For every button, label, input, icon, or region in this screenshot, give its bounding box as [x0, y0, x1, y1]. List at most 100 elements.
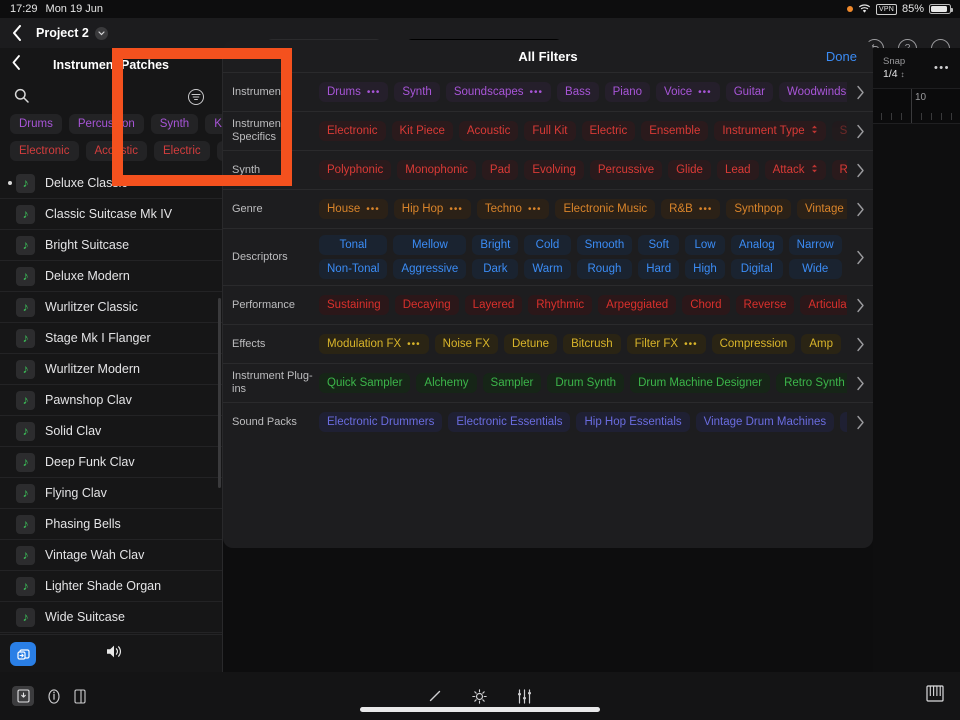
filter-chip[interactable]: Narrow [789, 235, 842, 255]
chevron-right-icon[interactable] [847, 250, 873, 265]
filter-chip[interactable]: Polyphonic [319, 160, 391, 180]
filter-chip[interactable]: Chord [682, 295, 729, 315]
filter-chip[interactable]: Cold [524, 235, 570, 255]
filter-chip[interactable]: Acoustic [459, 121, 518, 141]
filter-chip[interactable]: Piano [605, 82, 650, 102]
browser-back-button[interactable] [12, 55, 21, 75]
filter-chip[interactable]: High [685, 259, 725, 279]
filter-chip[interactable]: Reverse [736, 295, 795, 315]
filter-chip[interactable]: Monophonic [397, 160, 476, 180]
filter-chip[interactable]: Attack [765, 160, 826, 180]
filter-chip[interactable]: Tonal [319, 235, 387, 255]
timeline-ruler[interactable]: 10 [873, 88, 960, 124]
filter-chip-stepper-icon[interactable] [811, 164, 818, 176]
chevron-right-icon[interactable] [847, 376, 873, 391]
brightness-icon[interactable] [472, 689, 487, 704]
browser-chip-electronic[interactable]: Electronic [10, 141, 79, 161]
filter-chip-more-icon[interactable]: ••• [530, 87, 544, 98]
filter-chip[interactable]: Drum Machine Designer [630, 373, 770, 393]
filter-chip[interactable]: Analog [731, 235, 783, 255]
filter-chip[interactable]: Aggressive [393, 259, 466, 279]
patch-list-item[interactable]: ♪Wide Suitcase [0, 602, 222, 633]
patch-list-item[interactable]: ♪Classic Suitcase Mk IV [0, 199, 222, 230]
filter-chip[interactable]: Decaying [395, 295, 459, 315]
filter-chip-more-icon[interactable]: ••• [698, 87, 712, 98]
filter-chip[interactable]: Rough [577, 259, 633, 279]
filter-chip-track[interactable]: Modulation FX•••Noise FXDetuneBitcrushFi… [319, 328, 847, 360]
filter-chip[interactable]: Detune [504, 334, 557, 354]
browser-chip-drums[interactable]: Drums [10, 114, 62, 134]
filter-chip-track[interactable]: Drums•••SynthSoundscapes•••BassPianoVoic… [319, 76, 847, 108]
patch-list-item[interactable]: ♪Pawnshop Clav [0, 385, 222, 416]
browser-chip-acoustic[interactable]: Acoustic [86, 141, 147, 161]
filter-chip-track[interactable]: SustainingDecayingLayeredRhythmicArpeggi… [319, 289, 847, 321]
filter-chip[interactable]: Amp [801, 334, 841, 354]
filter-chip[interactable]: Soft [638, 235, 679, 255]
filter-chip[interactable]: Mellow [393, 235, 466, 255]
filter-chip[interactable]: Release [832, 160, 847, 180]
filter-chip[interactable]: Percussive [590, 160, 662, 180]
filter-chip[interactable]: Guitar [726, 82, 773, 102]
patch-list-item[interactable]: ♪Wurlitzer Modern [0, 354, 222, 385]
patch-list-item[interactable]: ♪Solid Clav [0, 416, 222, 447]
patch-list-item[interactable]: ♪Flying Clav [0, 478, 222, 509]
filter-chip[interactable]: Hip Hop••• [394, 199, 471, 219]
filter-chip[interactable]: Woodwinds••• [779, 82, 847, 102]
filter-chip[interactable]: Electronic Essentials [448, 412, 570, 432]
snap-stepper-icon[interactable]: ↕ [901, 70, 905, 79]
filter-chip[interactable]: Hard [638, 259, 679, 279]
browser-chip-keyboard[interactable]: Keyboard [205, 114, 223, 134]
back-button[interactable] [12, 25, 22, 41]
filter-chip[interactable]: Hip Hop Essentials [576, 412, 689, 432]
browser-chip-electric[interactable]: Electric [154, 141, 210, 161]
filter-chip-track[interactable]: TonalNon-TonalMellowAggressiveBrightDark… [319, 229, 847, 285]
project-menu-chevron-down-icon[interactable] [95, 27, 108, 40]
filter-chip[interactable]: Kit Piece [392, 121, 453, 141]
keyboard-icon[interactable] [926, 685, 944, 707]
filter-chip[interactable]: Electronic [319, 121, 386, 141]
filter-chip[interactable]: Drums••• [319, 82, 388, 102]
filter-chip[interactable]: Electronic Music [555, 199, 655, 219]
filter-chip[interactable]: Vintage [797, 199, 847, 219]
filter-chip[interactable]: Arpeggiated [598, 295, 676, 315]
filter-chip[interactable]: Cinematic Synths [840, 412, 847, 432]
filter-chip[interactable]: Voice••• [656, 82, 720, 102]
patch-list-item[interactable]: ♪Deluxe Classic [0, 168, 222, 199]
patch-list-scrollbar[interactable] [218, 298, 221, 488]
filter-chip[interactable]: Digital [731, 259, 783, 279]
filter-chip[interactable]: Drum Synth [547, 373, 624, 393]
filter-chip-more-icon[interactable]: ••• [684, 339, 698, 350]
filter-chip[interactable]: Ensemble [641, 121, 708, 141]
filter-chip[interactable]: Instrument Type [714, 121, 825, 141]
patch-list-item[interactable]: ♪Bright Suitcase [0, 230, 222, 261]
filter-chip[interactable]: Low [685, 235, 725, 255]
chevron-right-icon[interactable] [847, 202, 873, 217]
browser-chip-synth[interactable]: Synth [151, 114, 198, 134]
browser-search-row[interactable] [0, 82, 222, 114]
chevron-right-icon[interactable] [847, 298, 873, 313]
filter-disc-icon[interactable] [188, 89, 204, 105]
filter-chip-more-icon[interactable]: ••• [407, 339, 421, 350]
filter-chip-track[interactable]: Electronic Drummers Electronic Essentials… [319, 406, 847, 438]
filter-chip-track[interactable]: ElectronicKit PieceAcousticFull KitElect… [319, 115, 847, 147]
patch-list-item[interactable]: ♪Vintage Wah Clav [0, 540, 222, 571]
filter-chip[interactable]: Sampler [483, 373, 542, 393]
speaker-audition-icon[interactable] [106, 644, 126, 664]
filter-chip[interactable]: House••• [319, 199, 388, 219]
filter-chip-stepper-icon[interactable] [811, 125, 818, 137]
filter-chip[interactable]: Modulation FX••• [319, 334, 429, 354]
filter-chip[interactable]: R&B••• [661, 199, 720, 219]
filter-chip[interactable]: Noise FX [435, 334, 498, 354]
filter-chip[interactable]: Smooth [577, 235, 633, 255]
filter-chip[interactable]: Full Kit [524, 121, 575, 141]
filter-chip[interactable]: Articulation [800, 295, 847, 315]
filter-chip[interactable]: Retro Synth [776, 373, 847, 393]
search-icon[interactable] [14, 88, 29, 108]
filter-chip[interactable]: Vintage Drum Machines [696, 412, 835, 432]
filter-chip[interactable]: Electronic Drummers [319, 412, 442, 432]
chevron-right-icon[interactable] [847, 85, 873, 100]
home-indicator[interactable] [360, 707, 600, 712]
filter-chip[interactable]: Non-Tonal [319, 259, 387, 279]
import-patch-icon[interactable] [10, 642, 36, 666]
snap-control[interactable]: Snap 1/4 ↕ ••• [873, 48, 960, 88]
